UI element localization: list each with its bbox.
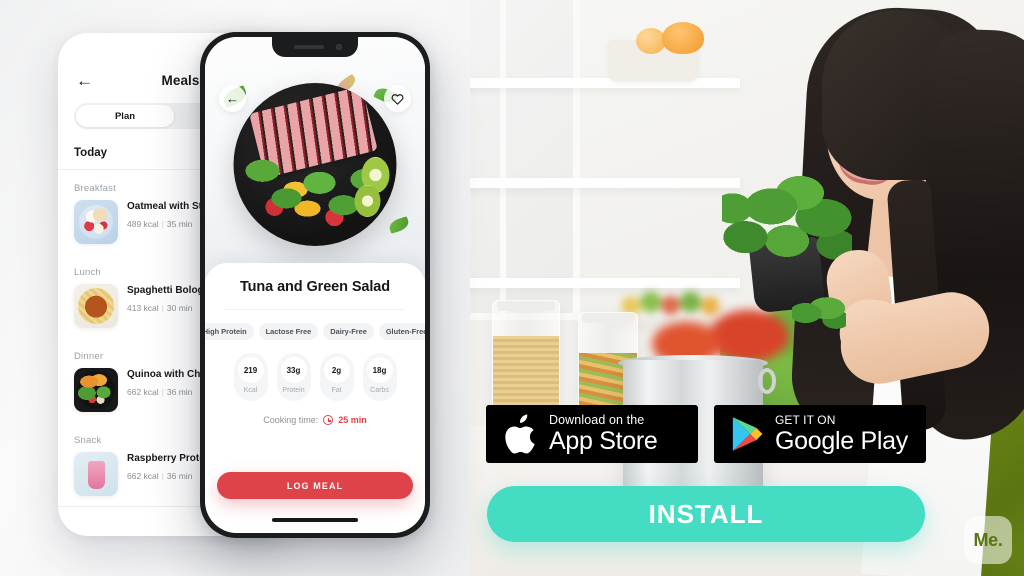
macro-value: 2g xyxy=(323,357,350,383)
app-store-badge-title: App Store xyxy=(549,427,658,456)
cabinet-mullion xyxy=(500,0,506,320)
google-play-badge-small-text: GET IT ON xyxy=(775,413,836,427)
cooking-time-row: Cooking time: 25 min xyxy=(217,415,413,425)
apple-logo-icon xyxy=(505,414,535,454)
orange-fruit xyxy=(662,22,704,54)
cooking-time-label: Cooking time: xyxy=(263,415,319,425)
install-button[interactable]: INSTALL xyxy=(487,486,925,542)
meta-separator: | xyxy=(161,470,164,481)
diet-tag: Gluten-Free xyxy=(378,323,425,340)
macro-value: 18g xyxy=(366,357,393,383)
meal-time: 36 min xyxy=(166,470,193,481)
back-button[interactable]: ← xyxy=(219,85,246,112)
diet-tag: High Protein xyxy=(205,323,254,340)
app-store-badge-small-text: Download on the xyxy=(549,412,645,427)
basil-leaves xyxy=(722,168,852,264)
macro-label: Carbs xyxy=(370,387,389,394)
meal-time: 35 min xyxy=(166,218,193,229)
meal-kcal: 662 kcal xyxy=(127,386,159,397)
meta-separator: | xyxy=(161,218,164,229)
diet-tag-list: High Protein Lactose Free Dairy-Free Glu… xyxy=(205,323,425,340)
pasta-jar xyxy=(492,300,560,418)
cooking-pot-handle xyxy=(758,368,776,394)
google-play-badge[interactable]: GET IT ON Google Play xyxy=(714,405,926,463)
quinoa-thumb xyxy=(74,368,118,412)
meta-separator: | xyxy=(161,386,164,397)
spaghetti-thumb xyxy=(74,284,118,328)
diet-tag: Dairy-Free xyxy=(323,323,374,340)
phone-recipe-detail-screen: ← Tuna and Green Salad High Protein Lact… xyxy=(200,32,430,538)
favorite-button[interactable] xyxy=(384,85,411,112)
recipe-detail-card: Tuna and Green Salad High Protein Lactos… xyxy=(205,263,425,533)
tuna-salad-plate xyxy=(233,83,397,246)
front-camera-icon xyxy=(336,44,342,50)
clock-icon xyxy=(323,415,334,425)
back-arrow-icon[interactable]: ← xyxy=(76,72,93,89)
home-indicator[interactable] xyxy=(272,518,358,522)
macro-item-fat: 2g Fat xyxy=(319,353,354,401)
macro-item-protein: 33g Protein xyxy=(276,353,311,401)
back-arrow-icon: ← xyxy=(226,91,239,106)
earpiece-speaker xyxy=(294,45,324,49)
recipe-hero-image: ← xyxy=(205,37,425,279)
google-play-triangle-icon xyxy=(732,417,763,451)
herb-sprig xyxy=(792,296,846,330)
macro-item-carbs: 18g Carbs xyxy=(362,353,397,401)
lime-slice xyxy=(354,185,381,217)
shelf-upper xyxy=(440,78,740,88)
phone-screen: ← Tuna and Green Salad High Protein Lact… xyxy=(205,37,425,533)
heart-outline-icon xyxy=(391,93,404,105)
log-meal-button[interactable]: LOG MEAL xyxy=(217,472,413,499)
meal-kcal: 413 kcal xyxy=(127,302,159,313)
meal-kcal: 662 kcal xyxy=(127,470,159,481)
macro-value: 33g xyxy=(280,357,307,383)
brand-logo: Me. xyxy=(964,516,1012,564)
macro-item-kcal: 219 Kcal xyxy=(233,353,268,401)
app-store-badge[interactable]: Download on the App Store xyxy=(486,405,698,463)
diet-tag: Lactose Free xyxy=(258,323,319,340)
google-play-badge-title: Google Play xyxy=(775,427,908,455)
dish-title: Tuna and Green Salad xyxy=(239,279,391,295)
tab-plan[interactable]: Plan xyxy=(76,105,174,127)
shelf-middle xyxy=(440,178,740,188)
macro-value: 219 xyxy=(237,357,264,383)
phone-notch xyxy=(272,37,358,57)
divider xyxy=(225,309,405,310)
meta-separator: | xyxy=(161,302,164,313)
meal-time: 30 min xyxy=(166,302,193,313)
macro-label: Fat xyxy=(331,387,342,394)
macro-label: Protein xyxy=(282,387,305,394)
macro-nutrient-list: 219 Kcal 33g Protein 2g Fat 18g Carbs xyxy=(217,353,413,401)
cooking-time-value: 25 min xyxy=(338,415,367,425)
shake-thumb xyxy=(74,452,118,496)
meal-time: 36 min xyxy=(166,386,193,397)
meal-kcal: 489 kcal xyxy=(127,218,159,229)
macro-label: Kcal xyxy=(243,387,258,394)
oatmeal-thumb xyxy=(74,200,118,244)
